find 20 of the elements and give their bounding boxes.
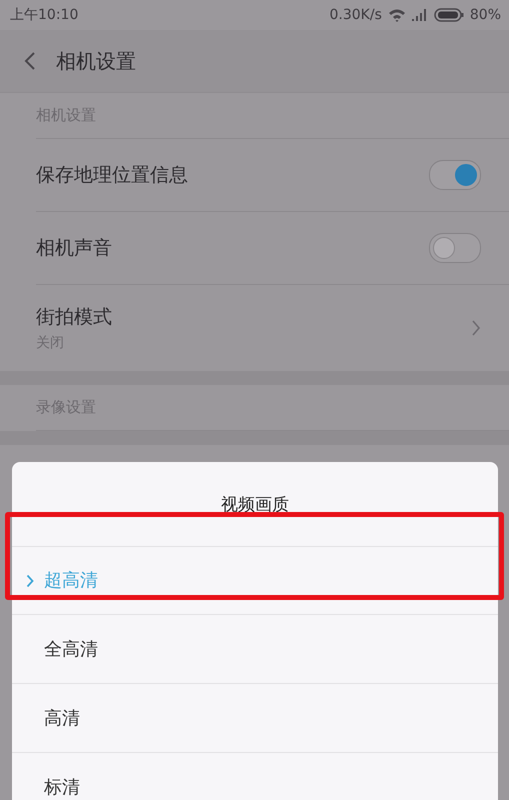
quality-option[interactable]: 标清 bbox=[12, 753, 498, 800]
chevron-icon[interactable] bbox=[471, 319, 481, 337]
toggle-switch[interactable] bbox=[429, 160, 481, 190]
battery-icon bbox=[434, 8, 464, 22]
sheet-title: 视频画质 bbox=[220, 494, 290, 516]
battery-level: 80% bbox=[470, 7, 501, 23]
quality-option[interactable]: 全高清 bbox=[12, 615, 498, 684]
setting-label[interactable]: 街拍模式 bbox=[36, 304, 112, 330]
status-time: 上午10:10 bbox=[10, 6, 78, 24]
page-title: 相机设置 bbox=[56, 48, 136, 74]
quality-option[interactable]: 高清 bbox=[12, 684, 498, 753]
wifi-icon bbox=[388, 8, 406, 22]
signal-icon bbox=[412, 9, 428, 21]
chevron-icon bbox=[26, 574, 34, 588]
toggle-switch[interactable] bbox=[429, 233, 481, 263]
network-speed: 0.30K/s bbox=[330, 7, 382, 23]
back-icon[interactable] bbox=[24, 51, 36, 71]
quality-option[interactable]: 超高清 bbox=[12, 547, 498, 615]
settings-row[interactable]: 保存地理位置信息 bbox=[36, 139, 509, 212]
settings-row[interactable]: 相机声音 bbox=[36, 212, 509, 285]
